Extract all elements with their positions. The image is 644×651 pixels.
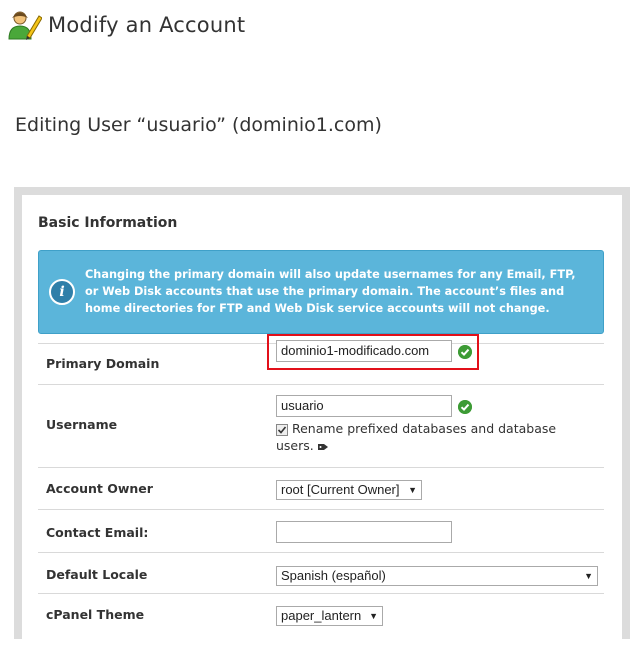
contact-email-label: Contact Email: (46, 525, 149, 540)
default-locale-row: Default Locale Spanish (español) ▼ (38, 552, 604, 594)
user-edit-icon (8, 11, 42, 40)
default-locale-select[interactable]: Spanish (español) ▼ (276, 566, 598, 586)
primary-domain-row: Primary Domain dominio1-modificado.com (38, 334, 604, 385)
username-label: Username (46, 417, 118, 432)
username-input[interactable]: usuario (276, 395, 452, 417)
page-header: Modify an Account (8, 8, 245, 42)
cpanel-theme-row: cPanel Theme paper_lantern ▼ (38, 593, 604, 640)
cpanel-theme-select[interactable]: paper_lantern ▼ (276, 606, 383, 626)
username-row: Username usuario Rename prefixed databas… (38, 384, 604, 468)
contact-email-input[interactable] (276, 521, 452, 543)
valid-check-icon (458, 400, 472, 414)
rename-databases-checkbox[interactable] (276, 423, 288, 436)
account-owner-value: root [Current Owner] (281, 482, 400, 497)
default-locale-label: Default Locale (46, 567, 148, 582)
primary-domain-label: Primary Domain (46, 356, 160, 371)
account-owner-label: Account Owner (46, 481, 153, 496)
dropdown-arrow-icon: ▼ (408, 485, 417, 495)
basic-information-panel: Basic Information i Changing the primary… (22, 195, 622, 639)
panel-title: Basic Information (38, 215, 178, 231)
info-alert: i Changing the primary domain will also … (38, 250, 604, 334)
alert-message: Changing the primary domain will also up… (85, 268, 576, 315)
primary-domain-input[interactable]: dominio1-modificado.com (276, 340, 452, 362)
cpanel-theme-value: paper_lantern (281, 608, 362, 623)
default-locale-value: Spanish (español) (281, 568, 386, 583)
info-icon: i (49, 279, 75, 305)
dropdown-arrow-icon: ▼ (369, 611, 378, 621)
dropdown-arrow-icon: ▼ (584, 571, 593, 581)
account-owner-row: Account Owner root [Current Owner] ▼ (38, 467, 604, 510)
page-title: Modify an Account (48, 13, 246, 37)
account-owner-select[interactable]: root [Current Owner] ▼ (276, 480, 422, 500)
editing-user-heading: Editing User “usuario” (dominio1.com) (15, 114, 382, 136)
tag-icon[interactable] (317, 442, 328, 452)
contact-email-row: Contact Email: (38, 509, 604, 553)
form-container: Basic Information i Changing the primary… (14, 187, 630, 639)
valid-check-icon (458, 345, 472, 359)
cpanel-theme-label: cPanel Theme (46, 607, 145, 622)
